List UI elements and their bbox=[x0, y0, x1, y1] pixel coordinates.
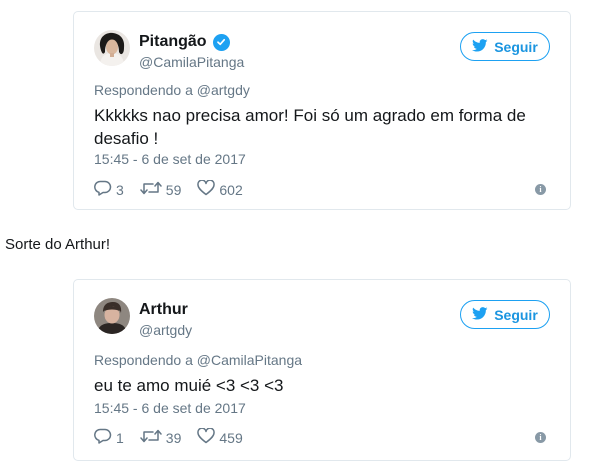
twitter-bird-icon bbox=[472, 306, 488, 323]
reply-button[interactable]: 1 bbox=[94, 428, 124, 447]
tweet-timestamp[interactable]: 15:45 - 6 de set de 2017 bbox=[94, 151, 246, 167]
follow-button[interactable]: Seguir bbox=[460, 32, 550, 61]
twitter-bird-icon bbox=[472, 38, 488, 55]
reply-icon bbox=[94, 180, 112, 199]
avatar[interactable] bbox=[94, 298, 130, 334]
retweet-button[interactable]: 39 bbox=[140, 428, 182, 447]
author-handle[interactable]: @CamilaPitanga bbox=[139, 54, 244, 70]
heart-icon bbox=[197, 427, 216, 447]
reply-count: 1 bbox=[116, 429, 124, 446]
replying-to[interactable]: Respondendo a @artgdy bbox=[94, 82, 250, 98]
follow-label: Seguir bbox=[494, 306, 538, 323]
author-name[interactable]: Arthur bbox=[139, 301, 188, 319]
like-count: 602 bbox=[219, 181, 243, 198]
like-button[interactable]: 459 bbox=[197, 427, 243, 447]
like-button[interactable]: 602 bbox=[197, 179, 243, 199]
body-text: Sorte do Arthur! bbox=[5, 236, 111, 253]
like-count: 459 bbox=[219, 429, 243, 446]
retweet-count: 39 bbox=[165, 429, 182, 446]
reply-button[interactable]: 3 bbox=[94, 180, 124, 199]
reply-count: 3 bbox=[116, 181, 124, 198]
author-handle[interactable]: @artgdy bbox=[139, 322, 192, 338]
tweet-timestamp[interactable]: 15:45 - 6 de set de 2017 bbox=[94, 400, 246, 416]
follow-label: Seguir bbox=[494, 38, 538, 55]
avatar[interactable] bbox=[94, 30, 130, 66]
embedded-tweet-arthur: Arthur @artgdy Seguir Respondendo a @Cam… bbox=[73, 279, 571, 461]
retweet-count: 59 bbox=[165, 181, 182, 198]
tweet-text: eu te amo muié <3 <3 <3 bbox=[94, 376, 284, 395]
embedded-tweet-camila: Pitangão @CamilaPitanga Seguir Responden… bbox=[73, 11, 571, 210]
verified-badge-icon bbox=[212, 33, 230, 51]
heart-icon bbox=[197, 179, 216, 199]
tweet-text: Kkkkks nao precisa amor! Foi só um agrad… bbox=[94, 106, 526, 148]
retweet-icon bbox=[140, 428, 162, 447]
reply-icon bbox=[94, 428, 112, 447]
retweet-button[interactable]: 59 bbox=[140, 180, 182, 199]
author-name[interactable]: Pitangão bbox=[139, 33, 207, 51]
info-icon[interactable]: i bbox=[535, 432, 546, 443]
follow-button[interactable]: Seguir bbox=[460, 300, 550, 329]
retweet-icon bbox=[140, 180, 162, 199]
info-icon[interactable]: i bbox=[535, 184, 546, 195]
replying-to[interactable]: Respondendo a @CamilaPitanga bbox=[94, 352, 302, 368]
